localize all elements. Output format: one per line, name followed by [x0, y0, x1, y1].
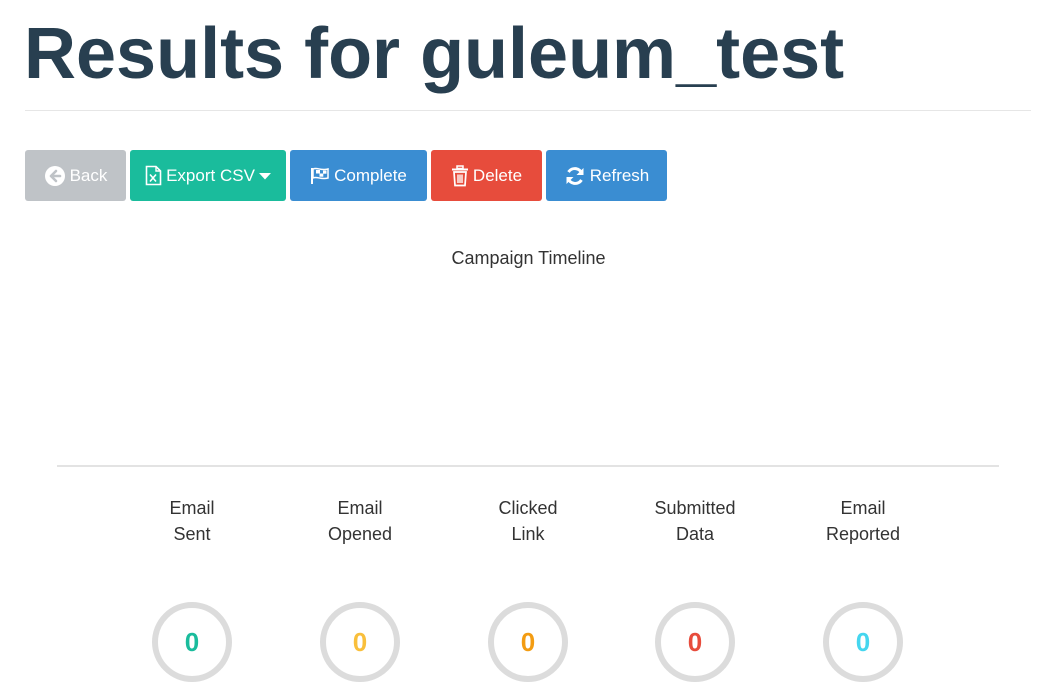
title-divider	[25, 110, 1031, 111]
export-csv-button[interactable]: Export CSV	[130, 150, 286, 201]
delete-button-label: Delete	[472, 165, 523, 185]
back-button[interactable]: Back	[25, 150, 126, 201]
stat-label-email-reported: Email Reported	[788, 495, 938, 547]
complete-button[interactable]: Complete	[290, 150, 427, 201]
back-button-label: Back	[69, 165, 108, 185]
campaign-timeline-title: Campaign Timeline	[451, 248, 606, 268]
submitted-data-donut[interactable]: 0	[655, 602, 735, 682]
refresh-icon	[564, 165, 586, 187]
clicked-link-count: 0	[520, 626, 536, 657]
stat-label-clicked-link: Clicked Link	[453, 495, 603, 547]
delete-button[interactable]: Delete	[431, 150, 542, 201]
email-reported-count: 0	[855, 626, 871, 657]
stat-label-line: Link	[511, 524, 545, 544]
export-csv-label: Export CSV	[166, 165, 255, 185]
refresh-button-label: Refresh	[589, 165, 650, 185]
submitted-data-count: 0	[687, 626, 703, 657]
stat-label-line: Opened	[327, 524, 393, 544]
stat-label-submitted-data: Submitted Data	[620, 495, 770, 547]
arrow-circle-left-icon	[44, 165, 66, 187]
stat-label-email-opened: Email Opened	[285, 495, 435, 547]
file-excel-icon	[145, 165, 162, 186]
complete-button-label: Complete	[334, 165, 407, 185]
trash-icon	[451, 164, 469, 187]
email-sent-donut[interactable]: 0	[152, 602, 232, 682]
stat-label-line: Email	[840, 498, 886, 518]
stat-label-line: Email	[337, 498, 383, 518]
refresh-button[interactable]: Refresh	[546, 150, 667, 201]
caret-down-icon	[258, 172, 271, 180]
stat-label-line: Submitted	[654, 498, 736, 518]
stat-label-line: Reported	[825, 524, 901, 544]
stat-label-line: Data	[675, 524, 715, 544]
email-sent-count: 0	[184, 626, 200, 657]
stat-label-email-sent: Email Sent	[117, 495, 267, 547]
campaign-results-page: Results for guleum_test Back Export CSV	[0, 0, 1057, 688]
email-opened-count: 0	[352, 626, 368, 657]
stat-label-line: Email	[169, 498, 215, 518]
email-reported-donut[interactable]: 0	[823, 602, 903, 682]
email-opened-donut[interactable]: 0	[320, 602, 400, 682]
clicked-link-donut[interactable]: 0	[488, 602, 568, 682]
page-title: Results for guleum_test	[24, 14, 845, 94]
timeline-divider	[57, 465, 999, 467]
checkered-flag-icon	[310, 167, 330, 185]
stat-label-line: Sent	[173, 524, 211, 544]
stat-label-line: Clicked	[498, 498, 558, 518]
